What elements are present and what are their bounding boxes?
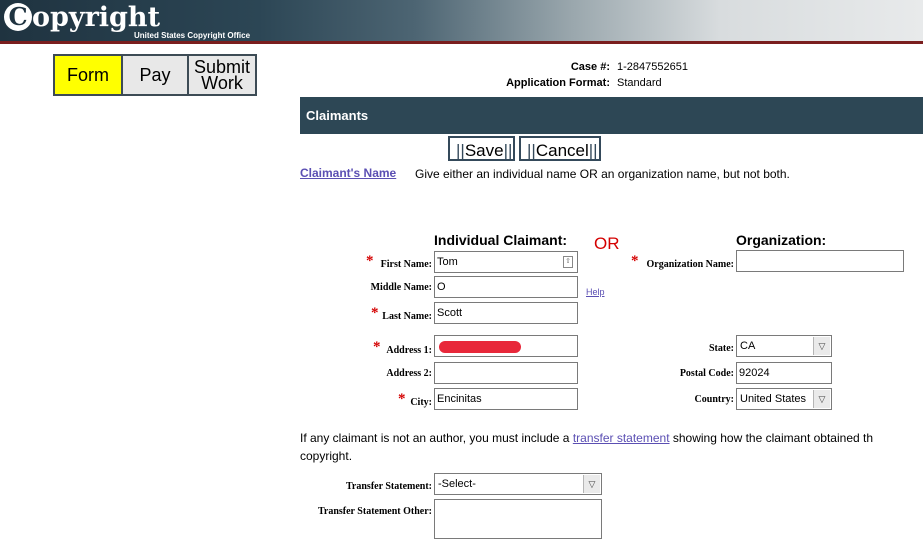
case-number-label: Case #: — [570, 61, 610, 73]
transfer-statement-other-label: Transfer Statement Other: — [317, 506, 432, 517]
organization-name-label: Organization Name: — [646, 259, 735, 270]
help-link[interactable]: Help — [586, 287, 605, 297]
case-number-value: 1-2847552651 — [617, 61, 688, 73]
transfer-text-after: showing how the claimant obtained th — [669, 431, 874, 445]
individual-claimant-heading: Individual Claimant: — [434, 232, 568, 248]
transfer-statement-select[interactable]: -Select- ▽ — [434, 473, 602, 495]
first-name-value: Tom — [437, 256, 458, 268]
header-divider — [0, 41, 923, 44]
address1-field[interactable] — [434, 335, 578, 357]
claimants-name-link[interactable]: Claimant's Name — [300, 166, 396, 180]
state-label: State: — [709, 343, 734, 354]
address2-label: Address 2: — [386, 368, 432, 379]
organization-name-field[interactable] — [736, 250, 904, 272]
organization-heading: Organization: — [736, 232, 827, 248]
autofill-contact-icon[interactable]: ⇧ — [563, 256, 573, 268]
transfer-statement-label: Transfer Statement: — [346, 481, 432, 492]
cancel-label: Cancel — [535, 141, 589, 160]
cancel-button[interactable]: Cancel — [519, 136, 601, 161]
chevron-down-icon: ▽ — [813, 390, 830, 408]
address2-field[interactable] — [434, 362, 578, 384]
city-field[interactable]: Encinitas — [434, 388, 578, 410]
last-name-label: Last Name: — [382, 311, 432, 322]
country-label: Country: — [694, 394, 734, 405]
first-name-field[interactable]: Tom ⇧ — [434, 251, 578, 273]
transfer-text-before: If any claimant is not an author, you mu… — [300, 431, 573, 445]
claimant-instruction: Give either an individual name OR an org… — [415, 167, 790, 181]
step-navigation: Form Pay Submit Work — [53, 54, 257, 96]
country-select[interactable]: United States ▽ — [736, 388, 832, 410]
step-submit-label-2: Work — [201, 73, 243, 93]
address1-label: Address 1: — [386, 345, 432, 356]
last-name-field[interactable]: Scott — [434, 302, 578, 324]
application-format-label: Application Format: — [506, 77, 610, 89]
state-value: CA — [740, 340, 756, 352]
step-pay[interactable]: Pay — [123, 56, 189, 94]
middle-name-field[interactable]: O — [434, 276, 578, 298]
application-format-value: Standard — [617, 77, 662, 89]
logo-text: opyright — [32, 2, 161, 33]
postal-code-label: Postal Code: — [679, 368, 734, 379]
transfer-statement-other-textarea[interactable] — [434, 499, 602, 539]
chevron-down-icon: ▽ — [583, 475, 600, 493]
section-title: Claimants — [306, 108, 369, 123]
section-header — [300, 97, 923, 134]
middle-name-label: Middle Name: — [370, 282, 432, 293]
save-button[interactable]: Save — [448, 136, 515, 161]
transfer-statement-value: -Select- — [438, 478, 476, 490]
required-marker: * — [631, 253, 639, 269]
copyright-logo-icon: C — [4, 3, 32, 31]
step-form[interactable]: Form — [55, 56, 123, 94]
city-label: City: — [410, 397, 432, 408]
save-label: Save — [464, 141, 504, 160]
transfer-instruction-line2: copyright. — [300, 449, 353, 463]
or-separator: OR — [594, 234, 620, 253]
chevron-down-icon: ▽ — [813, 337, 830, 355]
redaction-mark — [439, 341, 521, 353]
country-value: United States — [740, 393, 807, 405]
logo-subtitle: United States Copyright Office — [134, 31, 251, 40]
transfer-statement-link[interactable]: transfer statement — [573, 431, 670, 445]
postal-code-field[interactable]: 92024 — [736, 362, 832, 384]
state-select[interactable]: CA ▽ — [736, 335, 832, 357]
transfer-instruction: If any claimant is not an author, you mu… — [300, 431, 923, 445]
first-name-label: First Name: — [380, 259, 432, 270]
step-submit-work[interactable]: Submit Work — [189, 56, 255, 94]
